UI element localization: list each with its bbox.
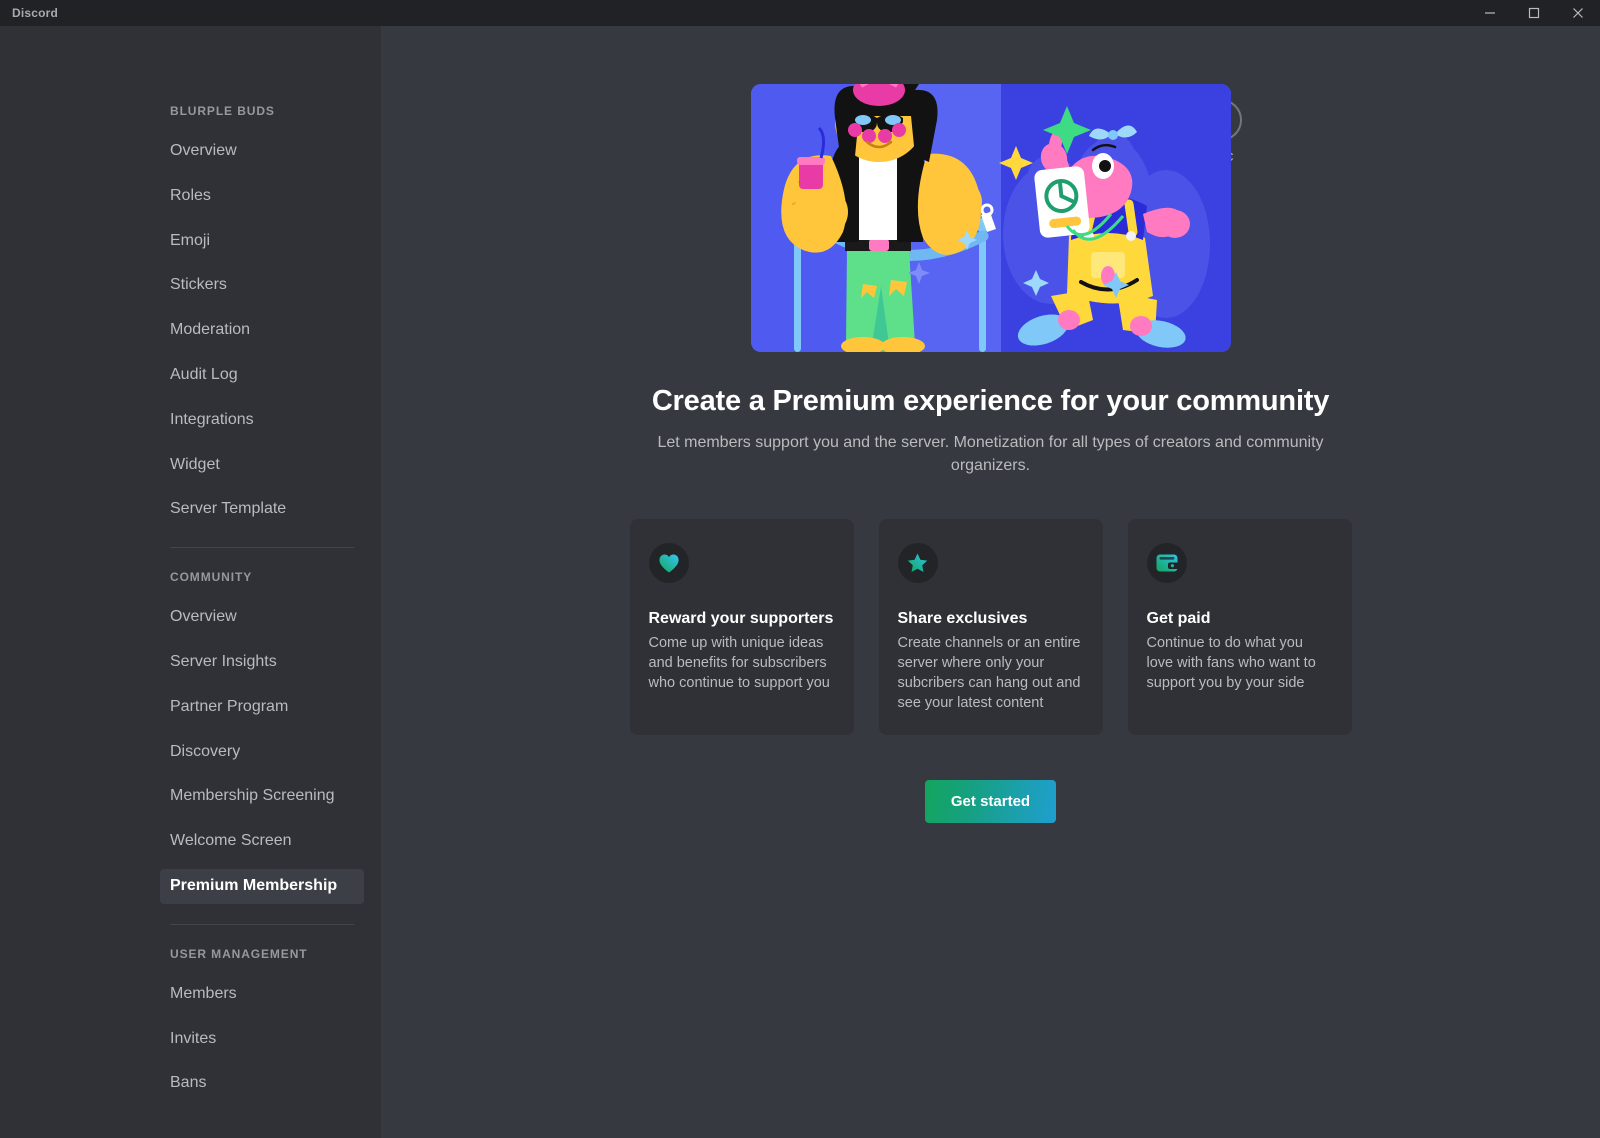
close-icon	[1573, 8, 1583, 18]
minimize-button[interactable]	[1468, 0, 1512, 26]
close-button[interactable]	[1556, 0, 1600, 26]
maximize-button[interactable]	[1512, 0, 1556, 26]
page-title: Create a Premium experience for your com…	[651, 385, 1330, 417]
star-icon	[907, 553, 928, 573]
sidebar-item-emoji[interactable]: Emoji	[160, 224, 364, 259]
sidebar-item-invites[interactable]: Invites	[160, 1022, 364, 1057]
sidebar-item-stickers[interactable]: Stickers	[160, 268, 364, 303]
sidebar-item-audit-log[interactable]: Audit Log	[160, 358, 364, 393]
feature-cards: Reward your supporters Come up with uniq…	[629, 519, 1352, 736]
sidebar-divider-2	[170, 923, 354, 925]
sidebar-item-premium-membership[interactable]: Premium Membership	[160, 868, 364, 904]
feature-card-description: Come up with unique ideas and benefits f…	[648, 635, 830, 692]
sidebar-item-overview[interactable]: Overview	[160, 134, 364, 169]
feature-icon-circle	[897, 543, 938, 584]
sidebar-item-members[interactable]: Members	[160, 977, 364, 1012]
feature-icon-circle	[648, 543, 689, 584]
sidebar-section-header-user-management: USER MANAGEMENT	[170, 946, 308, 961]
minimize-icon	[1485, 12, 1495, 14]
feature-card-title: Reward your supporters	[648, 610, 834, 628]
app-shell: BLURPLE BUDS Overview Roles Emoji Sticke…	[0, 26, 1600, 1138]
feature-card-description: Continue to do what you love with fans w…	[1146, 635, 1316, 692]
sidebar-item-partner-program[interactable]: Partner Program	[160, 690, 364, 725]
feature-card-get-paid: Get paid Continue to do what you love wi…	[1127, 519, 1352, 736]
cta-row: Get started	[630, 780, 1352, 824]
feature-card-description: Create channels or an entire server wher…	[897, 635, 1081, 712]
premium-membership-hero-illustration	[750, 84, 1231, 352]
main-content: ESC	[381, 26, 1600, 1138]
sidebar-item-integrations[interactable]: Integrations	[160, 403, 364, 438]
sidebar-item-moderation[interactable]: Moderation	[160, 313, 364, 348]
premium-membership-panel: Create a Premium experience for your com…	[629, 26, 1352, 824]
app-title: Discord	[12, 6, 59, 20]
hero-banner	[750, 84, 1231, 352]
sidebar-item-community-overview[interactable]: Overview	[160, 600, 364, 635]
sidebar-section-header-server: BLURPLE BUDS	[170, 104, 275, 118]
sidebar-item-membership-screening[interactable]: Membership Screening	[160, 779, 364, 814]
maximize-icon	[1528, 7, 1540, 19]
heart-icon	[658, 554, 679, 573]
title-bar: Discord	[0, 0, 1600, 26]
page-subtitle: Let members support you and the server. …	[657, 434, 1324, 475]
sidebar-item-widget[interactable]: Widget	[160, 448, 364, 483]
wallet-icon	[1156, 554, 1178, 572]
sidebar-divider-1	[170, 547, 354, 549]
feature-icon-circle	[1146, 543, 1187, 584]
feature-card-title: Share exclusives	[897, 610, 1028, 628]
feature-card-share-exclusives: Share exclusives Create channels or an e…	[878, 519, 1103, 736]
settings-sidebar: BLURPLE BUDS Overview Roles Emoji Sticke…	[0, 26, 381, 1138]
feature-card-reward-supporters: Reward your supporters Come up with uniq…	[629, 519, 854, 736]
sidebar-section-header-community: COMMUNITY	[170, 570, 253, 585]
sidebar-item-roles[interactable]: Roles	[160, 179, 364, 214]
sidebar-item-welcome-screen[interactable]: Welcome Screen	[160, 824, 364, 859]
sidebar-item-discovery[interactable]: Discovery	[160, 735, 364, 770]
sidebar-item-server-template[interactable]: Server Template	[160, 492, 364, 527]
sidebar-item-server-insights[interactable]: Server Insights	[160, 645, 364, 680]
window-controls	[1468, 0, 1600, 26]
sidebar-item-bans[interactable]: Bans	[160, 1066, 364, 1101]
feature-card-title: Get paid	[1146, 610, 1211, 628]
get-started-button[interactable]: Get started	[924, 780, 1057, 824]
